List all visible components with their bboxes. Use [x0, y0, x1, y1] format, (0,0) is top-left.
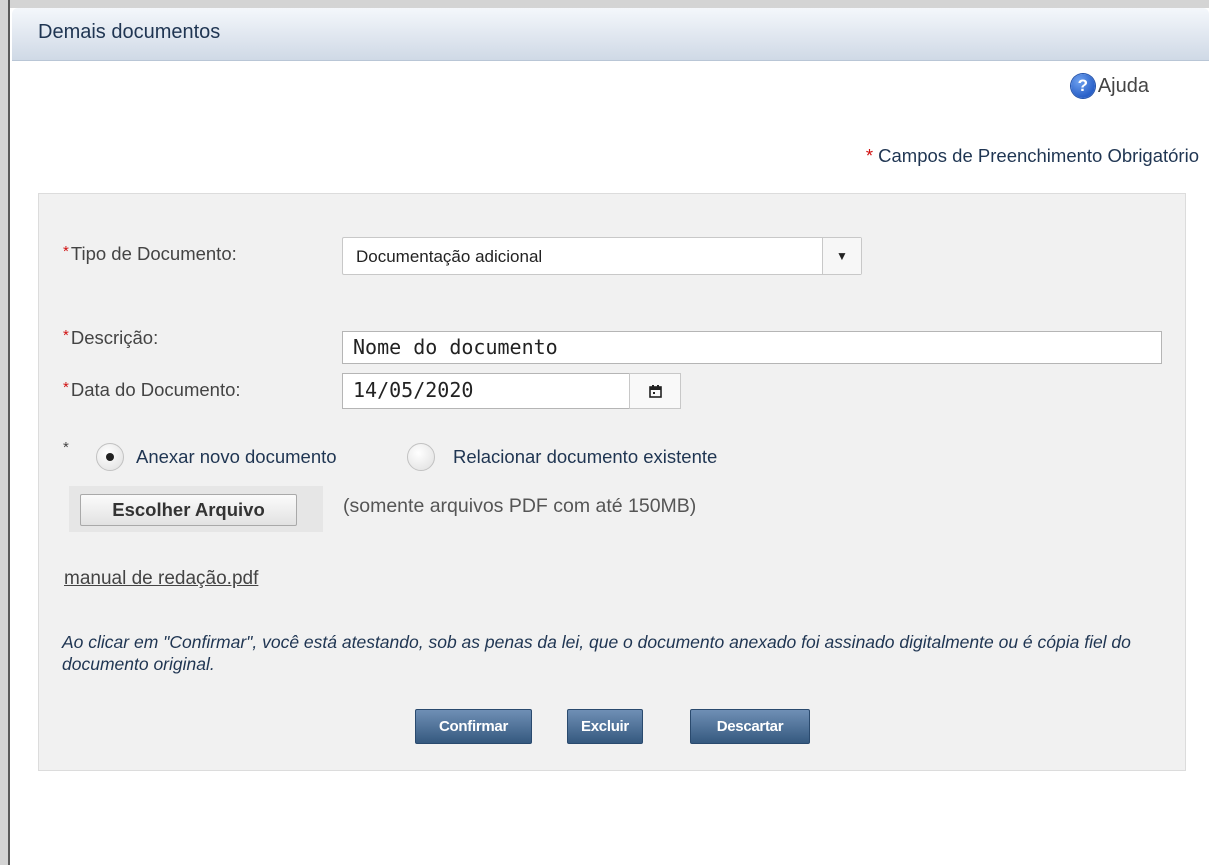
form-panel: * Tipo de Documento: Documentação adicion…: [38, 193, 1186, 771]
descricao-input-value: Nome do documento: [353, 335, 558, 359]
file-hint: (somente arquivos PDF com até 150MB): [343, 495, 697, 517]
radio-relacionar-existente-label[interactable]: Relacionar documento existente: [453, 446, 717, 468]
tipo-documento-label-text: Tipo de Documento:: [70, 243, 237, 264]
data-documento-label: * Data do Documento:: [63, 379, 241, 401]
required-asterisk: *: [63, 243, 69, 260]
descricao-label: * Descrição:: [63, 327, 158, 349]
background-window-edge-left: [0, 0, 10, 865]
required-asterisk: *: [865, 145, 874, 166]
data-documento-label-text: Data do Documento:: [70, 379, 241, 400]
help-label: Ajuda: [1097, 74, 1149, 97]
radio-relacionar-existente[interactable]: [407, 443, 435, 471]
required-fields-note: * Campos de Preenchimento Obrigatório: [866, 145, 1199, 167]
help-link[interactable]: ? Ajuda: [1070, 74, 1149, 98]
data-documento-input-value: 14/05/2020: [353, 378, 474, 402]
data-documento-input[interactable]: 14/05/2020: [342, 373, 630, 409]
discard-button[interactable]: Descartar: [690, 709, 810, 744]
tipo-documento-select[interactable]: Documentação adicional ▼: [342, 237, 862, 275]
help-circle-icon: ?: [1070, 74, 1095, 98]
attach-required-asterisk: *: [63, 439, 69, 456]
attached-file-link[interactable]: manual de redação.pdf: [64, 568, 258, 590]
dialog-title: Demais documentos: [38, 21, 221, 43]
dialog-demais-documentos: Demais documentos ? Ajuda * Campos de Pr…: [12, 8, 1209, 865]
background-window-edge-top: [0, 0, 1209, 8]
dialog-titlebar[interactable]: Demais documentos: [12, 8, 1209, 61]
legal-disclaimer: Ao clicar em "Confirmar", você está ates…: [62, 632, 1131, 674]
radio-anexar-novo-label[interactable]: Anexar novo documento: [136, 446, 337, 468]
caret-down-icon[interactable]: ▼: [822, 238, 861, 274]
required-asterisk: *: [63, 379, 69, 396]
tipo-documento-label: * Tipo de Documento:: [63, 243, 237, 265]
file-chooser-area: Escolher Arquivo: [69, 486, 323, 532]
choose-file-button[interactable]: Escolher Arquivo: [80, 494, 297, 526]
required-asterisk: *: [63, 327, 69, 344]
delete-button[interactable]: Excluir: [567, 709, 643, 744]
radio-selected-dot: [106, 453, 114, 461]
calendar-button[interactable]: [629, 373, 681, 409]
required-note-text: Campos de Preenchimento Obrigatório: [878, 145, 1199, 166]
radio-anexar-novo[interactable]: [96, 443, 124, 471]
tipo-documento-value: Documentação adicional: [356, 247, 543, 266]
descricao-label-text: Descrição:: [70, 327, 159, 348]
descricao-input[interactable]: Nome do documento: [342, 331, 1162, 364]
calendar-icon: [648, 384, 662, 398]
confirm-button[interactable]: Confirmar: [415, 709, 532, 744]
